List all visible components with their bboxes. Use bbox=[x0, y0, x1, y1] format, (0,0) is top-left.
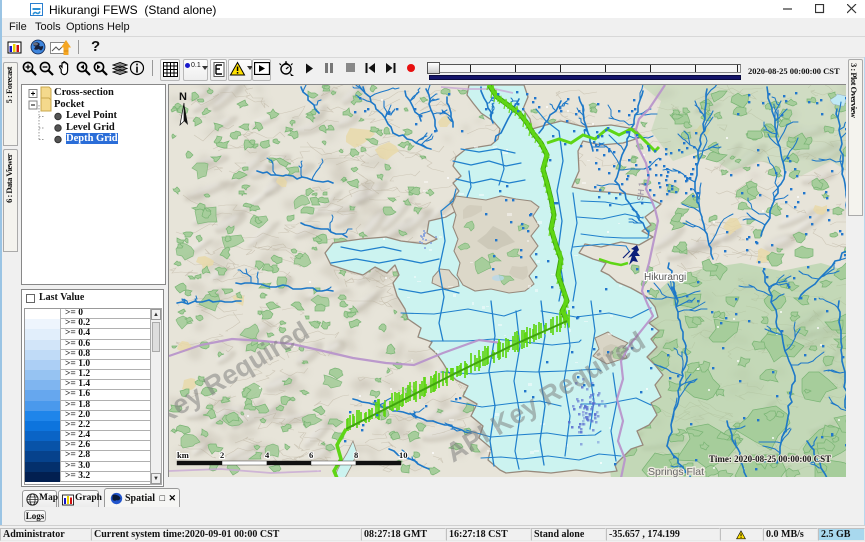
svg-text:6: 6 bbox=[309, 450, 313, 460]
svg-text:Hikurangi: Hikurangi bbox=[644, 272, 686, 283]
svg-text:SH 1: SH 1 bbox=[635, 181, 647, 201]
svg-text:N: N bbox=[179, 91, 187, 103]
svg-text:Springs Flat: Springs Flat bbox=[648, 466, 704, 477]
svg-text:8: 8 bbox=[354, 450, 358, 460]
svg-text:Time: 2020-08-25 00:00:00 CST: Time: 2020-08-25 00:00:00 CST bbox=[709, 454, 831, 464]
svg-text:10: 10 bbox=[399, 450, 408, 460]
svg-text:km: km bbox=[177, 450, 189, 460]
svg-text:2: 2 bbox=[220, 450, 224, 460]
